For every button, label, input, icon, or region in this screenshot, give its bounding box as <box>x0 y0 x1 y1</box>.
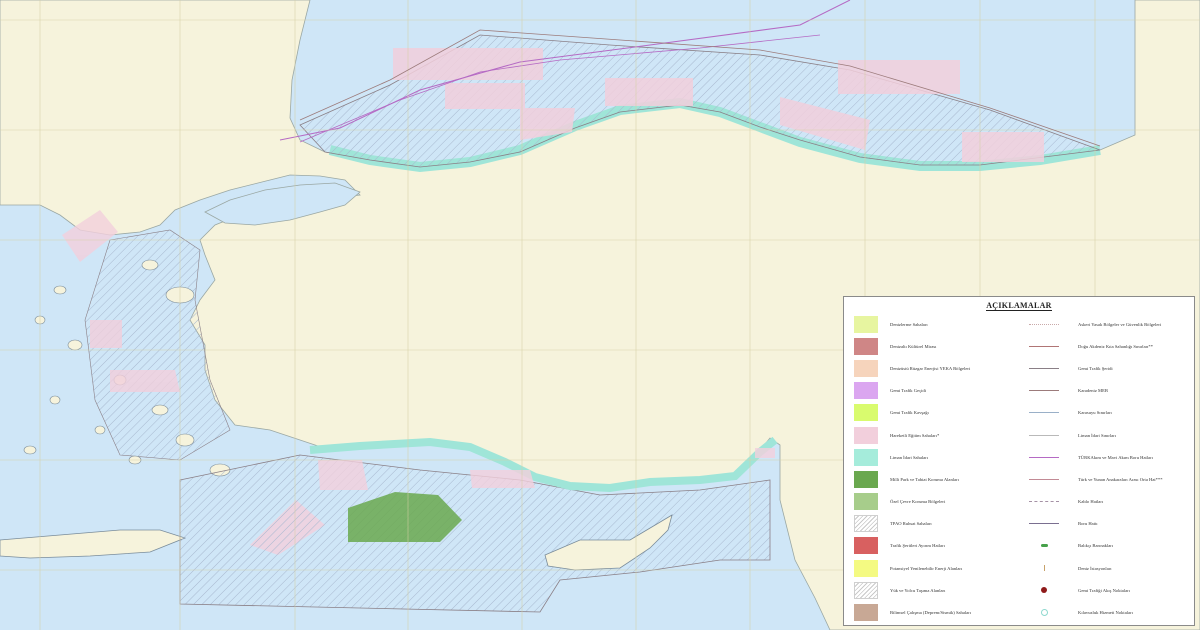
legend-area-label: Yük ve Yolcu Taşıma Alanları <box>890 587 946 593</box>
legend-swatch <box>854 537 878 555</box>
map-legend: AÇIKLAMALAR Denizlerme Sahaları Denizaltı… <box>843 296 1195 626</box>
legend-line-label: Gemi Trafik Şeridi <box>1078 365 1113 371</box>
legend-line-label: Karasuyu Sınırları <box>1078 410 1112 416</box>
legend-area-label: Gemi Trafik Kavşağı <box>890 410 929 416</box>
legend-line-symbol <box>1026 363 1062 373</box>
legend-line-label: Boru Hattı <box>1078 521 1098 527</box>
legend-line-item: TÜRKAkım ve Mavi Akım Boru Hatları <box>1026 446 1163 468</box>
legend-line-item: Karadeniz MEB <box>1026 380 1163 402</box>
legend-area-item: TPAO Ruhsat Sahaları <box>854 513 971 535</box>
legend-area-label: Denizaltı Kültürel Mirası <box>890 343 937 349</box>
legend-area-label: Denizlerme Sahaları <box>890 321 928 327</box>
legend-line-item: Karasuyu Sınırları <box>1026 402 1163 424</box>
legend-area-label: Gemi Trafik Geçidi <box>890 388 926 394</box>
legend-line-label: Karadeniz MEB <box>1078 388 1108 394</box>
ring-icon <box>1026 608 1062 618</box>
legend-area-item: Potansiyel Yenilenebilir Enerji Alanları <box>854 557 971 579</box>
legend-line-item: Doğu Akdeniz Kıta Sahanlığı Sınırları** <box>1026 335 1163 357</box>
legend-line-symbol <box>1026 452 1062 462</box>
legend-line-symbol <box>1026 497 1062 507</box>
legend-line-item: Kablo Hatları <box>1026 491 1163 513</box>
legend-line-item: Gemi Trafik Şeridi <box>1026 357 1163 379</box>
legend-area-label: Milli Park ve Tabiat Koruma Alanları <box>890 476 959 482</box>
legend-line-label: Balıkçı Barınakları <box>1078 543 1114 549</box>
pin-icon <box>1026 563 1062 573</box>
legend-area-label: Trafik Şeritleri Ayırım Hatları <box>890 543 945 549</box>
legend-line-item: Gemi Trafiği Akış Noktaları <box>1026 579 1163 601</box>
legend-area-item: Milli Park ve Tabiat Koruma Alanları <box>854 468 971 490</box>
legend-title: AÇIKLAMALAR <box>986 301 1052 311</box>
legend-swatch <box>854 448 878 466</box>
legend-line-label: Liman İdari Sınırları <box>1078 432 1117 438</box>
legend-line-item: Türk ve Yunan Anakaraları Arası Orta Hat… <box>1026 468 1163 490</box>
legend-swatch <box>854 515 878 533</box>
legend-line-symbol <box>1026 430 1062 440</box>
legend-swatch <box>854 337 878 355</box>
legend-area-item: Gemi Trafik Geçidi <box>854 380 971 402</box>
legend-area-label: Potansiyel Yenilenebilir Enerji Alanları <box>890 565 963 571</box>
legend-line-label: Kablo Hatları <box>1078 499 1104 505</box>
legend-area-item: Bilimsel Çalışma (Deprem/Sismik) Sahalar… <box>854 601 971 623</box>
legend-area-item: Gemi Trafik Kavşağı <box>854 402 971 424</box>
dot-icon <box>1026 585 1062 595</box>
legend-line-item: Boru Hattı <box>1026 513 1163 535</box>
legend-line-label: Doğu Akdeniz Kıta Sahanlığı Sınırları** <box>1078 343 1154 349</box>
legend-area-label: Hareketli Eğitim Sahaları* <box>890 432 940 438</box>
legend-area-item: Denizlerme Sahaları <box>854 313 971 335</box>
legend-line-item: Askeri Yasak Bölgeler ve Güvenlik Bölgel… <box>1026 313 1163 335</box>
legend-line-symbol <box>1026 519 1062 529</box>
legend-area-item: Denizaltı Kültürel Mirası <box>854 335 971 357</box>
legend-swatch <box>854 581 878 599</box>
legend-line-symbol <box>1026 319 1062 329</box>
legend-line-item: Deniz İstasyonları <box>1026 557 1163 579</box>
legend-area-label: Liman İdari Sahaları <box>890 454 929 460</box>
legend-area-item: Yük ve Yolcu Taşıma Alanları <box>854 579 971 601</box>
legend-swatch <box>854 604 878 622</box>
legend-line-symbol <box>1026 386 1062 396</box>
legend-area-item: Özel Çevre Koruma Bölgeleri <box>854 491 971 513</box>
legend-line-item: Liman İdari Sınırları <box>1026 424 1163 446</box>
legend-area-item: Denizüstü Rüzgar Enerjisi YEKA Bölgeleri <box>854 357 971 379</box>
legend-line-label: Gemi Trafiği Akış Noktaları <box>1078 587 1130 593</box>
legend-swatch <box>854 315 878 333</box>
legend-area-column: Denizlerme Sahaları Denizaltı Kültürel Mi… <box>854 313 971 624</box>
legend-area-item: Liman İdari Sahaları <box>854 446 971 468</box>
legend-area-label: Özel Çevre Koruma Bölgeleri <box>890 499 946 505</box>
legend-area-item: Trafik Şeritleri Ayırım Hatları <box>854 535 971 557</box>
legend-line-label: Askeri Yasak Bölgeler ve Güvenlik Bölgel… <box>1078 321 1162 327</box>
legend-swatch <box>854 559 878 577</box>
legend-swatch <box>854 359 878 377</box>
legend-swatch <box>854 493 878 511</box>
legend-line-symbol <box>1026 474 1062 484</box>
legend-line-label: Türk ve Yunan Anakaraları Arası Orta Hat… <box>1078 476 1163 482</box>
legend-swatch <box>854 382 878 400</box>
legend-area-label: TPAO Ruhsat Sahaları <box>890 521 932 527</box>
legend-line-column: Askeri Yasak Bölgeler ve Güvenlik Bölgel… <box>1026 313 1163 624</box>
legend-line-symbol <box>1026 341 1062 351</box>
fish-icon <box>1026 541 1062 551</box>
legend-area-label: Bilimsel Çalışma (Deprem/Sismik) Sahalar… <box>890 610 972 616</box>
legend-area-label: Denizüstü Rüzgar Enerjisi YEKA Bölgeleri <box>890 365 971 371</box>
legend-swatch <box>854 470 878 488</box>
legend-line-symbol <box>1026 408 1062 418</box>
legend-line-label: Deniz İstasyonları <box>1078 565 1112 571</box>
legend-swatch <box>854 426 878 444</box>
legend-line-item: Kılavuzluk Hizmeti Noktaları <box>1026 601 1163 623</box>
legend-line-label: Kılavuzluk Hizmeti Noktaları <box>1078 610 1133 616</box>
legend-line-item: Balıkçı Barınakları <box>1026 535 1163 557</box>
legend-line-label: TÜRKAkım ve Mavi Akım Boru Hatları <box>1078 454 1153 460</box>
legend-area-item: Hareketli Eğitim Sahaları* <box>854 424 971 446</box>
legend-swatch <box>854 404 878 422</box>
